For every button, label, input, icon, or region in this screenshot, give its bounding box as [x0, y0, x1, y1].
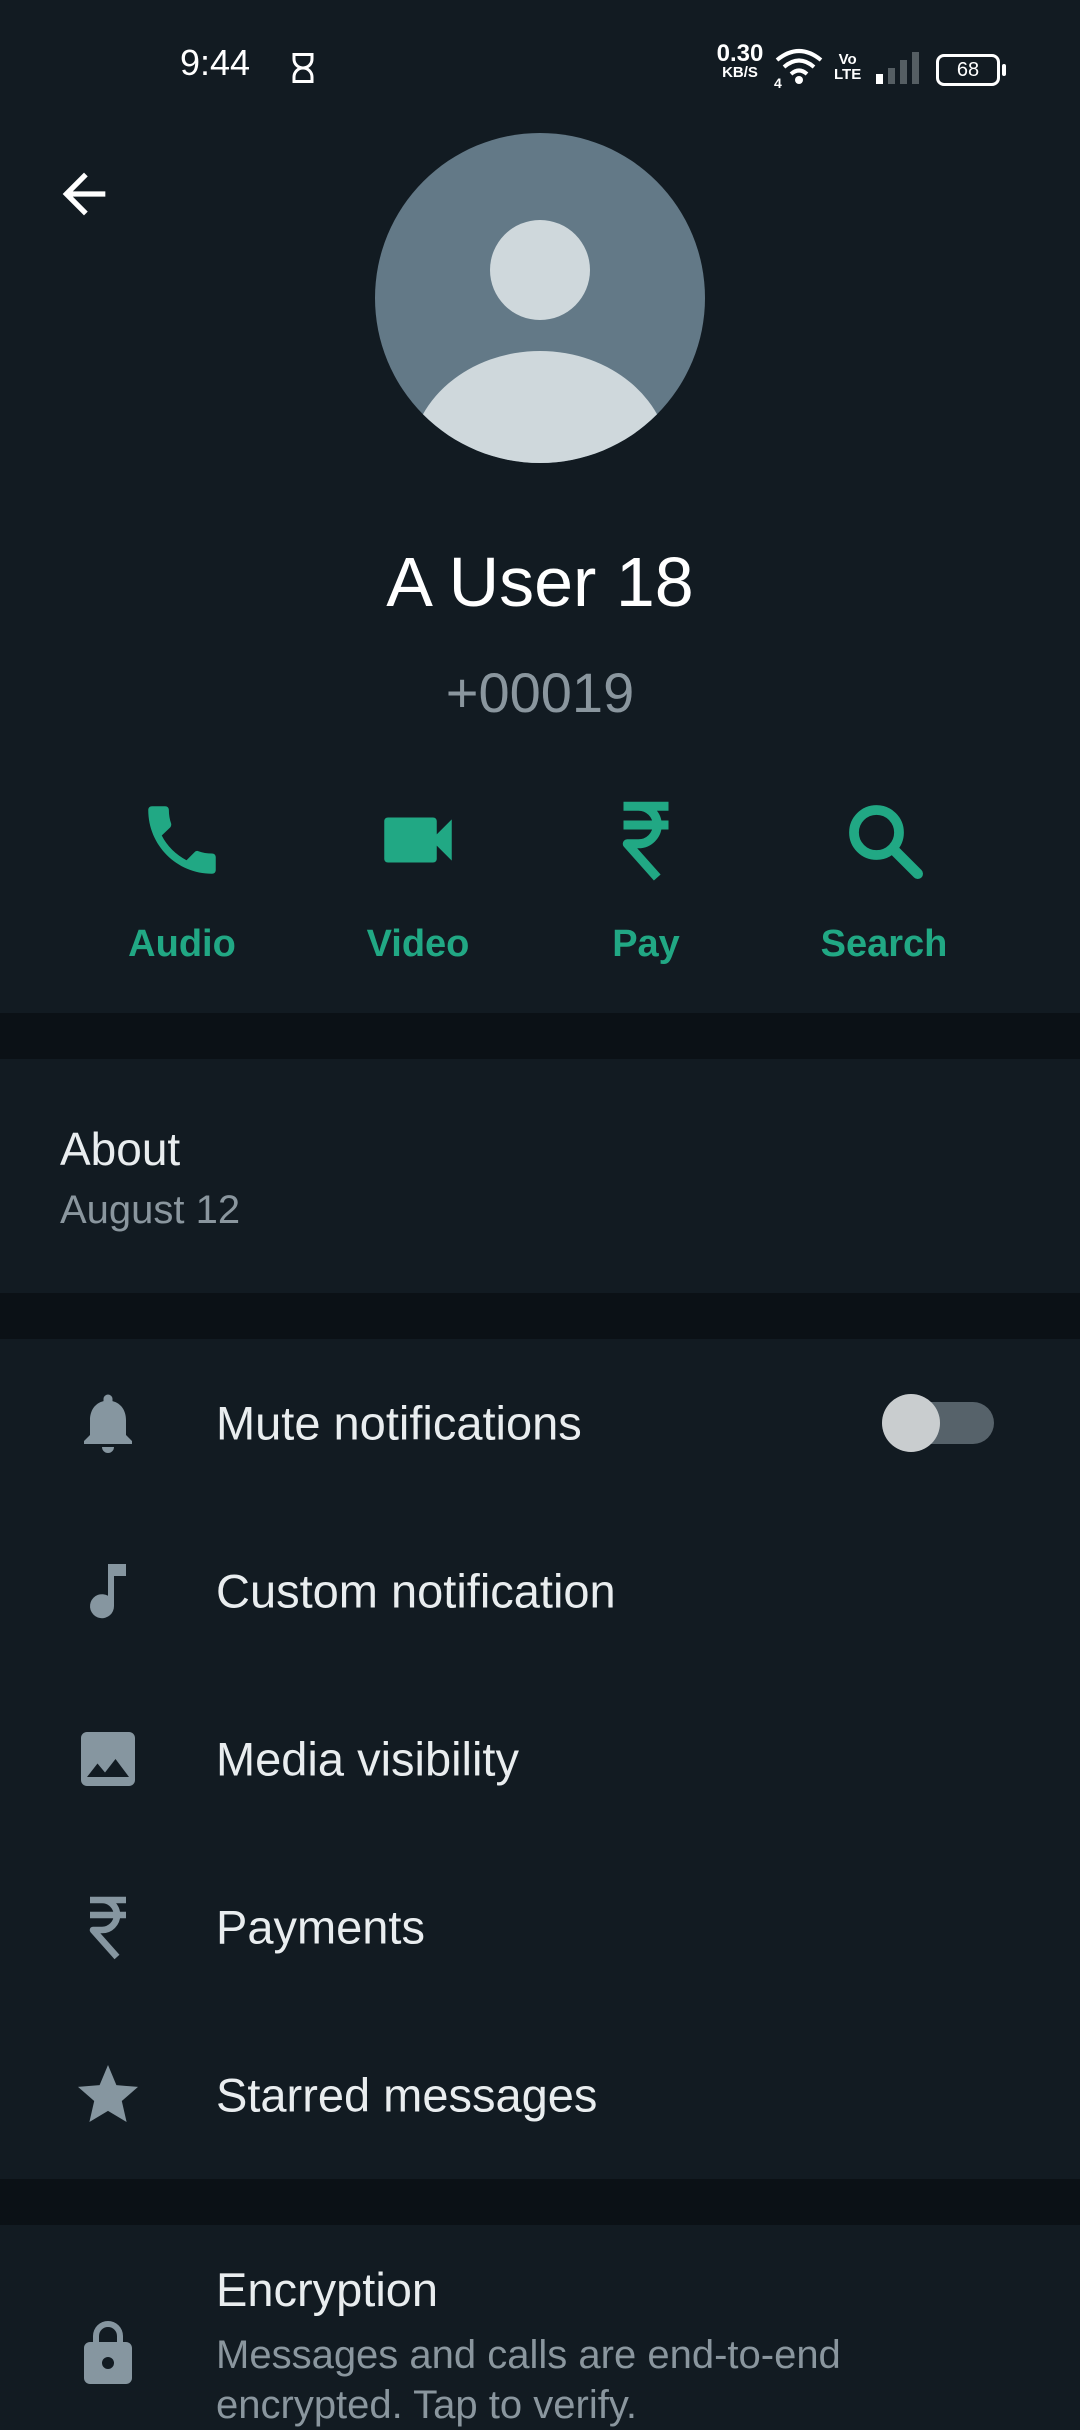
section-divider [0, 2179, 1080, 2225]
about-section[interactable] [0, 1059, 1080, 1293]
media-visibility-row[interactable]: Media visibility [0, 1675, 1080, 1843]
video-call-button[interactable]: Video [318, 785, 518, 975]
payments-label: Payments [216, 1900, 425, 1954]
network-type: 4 [774, 75, 782, 88]
notification-app-icon [292, 53, 314, 83]
audio-label: Audio [128, 923, 236, 965]
section-divider [0, 1293, 1080, 1339]
phone-icon [148, 806, 216, 874]
search-button[interactable]: Search [784, 785, 984, 975]
search-label: Search [820, 923, 948, 965]
data-speed: 0.30 KB/S [716, 40, 764, 82]
starred-messages-row[interactable]: Starred messages [0, 2011, 1080, 2179]
rupee-icon [89, 1896, 126, 1960]
videocam-icon [384, 817, 452, 863]
image-icon [81, 1732, 135, 1786]
search-icon [849, 805, 923, 879]
status-time: 9:44 [180, 42, 251, 83]
section-divider [0, 1013, 1080, 1059]
toggle-knob [882, 1394, 940, 1452]
back-button[interactable] [52, 162, 116, 226]
mute-notifications-row[interactable]: Mute notifications [0, 1339, 1080, 1507]
arrow-back-icon [62, 172, 106, 216]
audio-call-button[interactable]: Audio [82, 785, 282, 975]
bell-icon [84, 1394, 132, 1453]
starred-messages-label: Starred messages [216, 2068, 598, 2122]
settings-section: Mute notifications Custom notification M… [0, 1339, 1080, 2179]
encryption-subtitle: Messages and calls are end-to-end encryp… [216, 2333, 841, 2427]
video-label: Video [366, 923, 470, 965]
encryption-title: Encryption [216, 2263, 439, 2316]
star-icon [78, 2065, 138, 2122]
wifi-icon: 4 [774, 49, 823, 88]
about-value: August 12 [60, 1188, 241, 1232]
volte-indicator: Vo LTE [834, 51, 862, 83]
battery-indicator: 68 [936, 54, 1006, 86]
payments-row[interactable]: Payments [0, 1843, 1080, 2011]
status-bar: 9:44 0.30 KB/S 4 Vo LTE 68 [0, 0, 1080, 120]
lock-icon [84, 2321, 132, 2384]
signal-icon [876, 52, 919, 84]
music-note-icon [90, 1564, 126, 1619]
about-title: About [60, 1123, 181, 1175]
contact-phone: +00019 [445, 661, 635, 724]
media-visibility-label: Media visibility [216, 1732, 519, 1786]
contact-name: A User 18 [386, 543, 694, 621]
mute-notifications-label: Mute notifications [216, 1396, 582, 1450]
action-bar: Audio Video Pay Search [0, 785, 1080, 975]
pay-label: Pay [612, 923, 680, 965]
default-person-icon [410, 220, 670, 463]
mute-toggle[interactable] [882, 1394, 994, 1452]
pay-button[interactable]: Pay [546, 785, 746, 975]
profile-avatar[interactable] [375, 133, 705, 463]
custom-notification-label: Custom notification [216, 1564, 616, 1618]
rupee-icon [622, 801, 669, 881]
custom-notification-row[interactable]: Custom notification [0, 1507, 1080, 1675]
